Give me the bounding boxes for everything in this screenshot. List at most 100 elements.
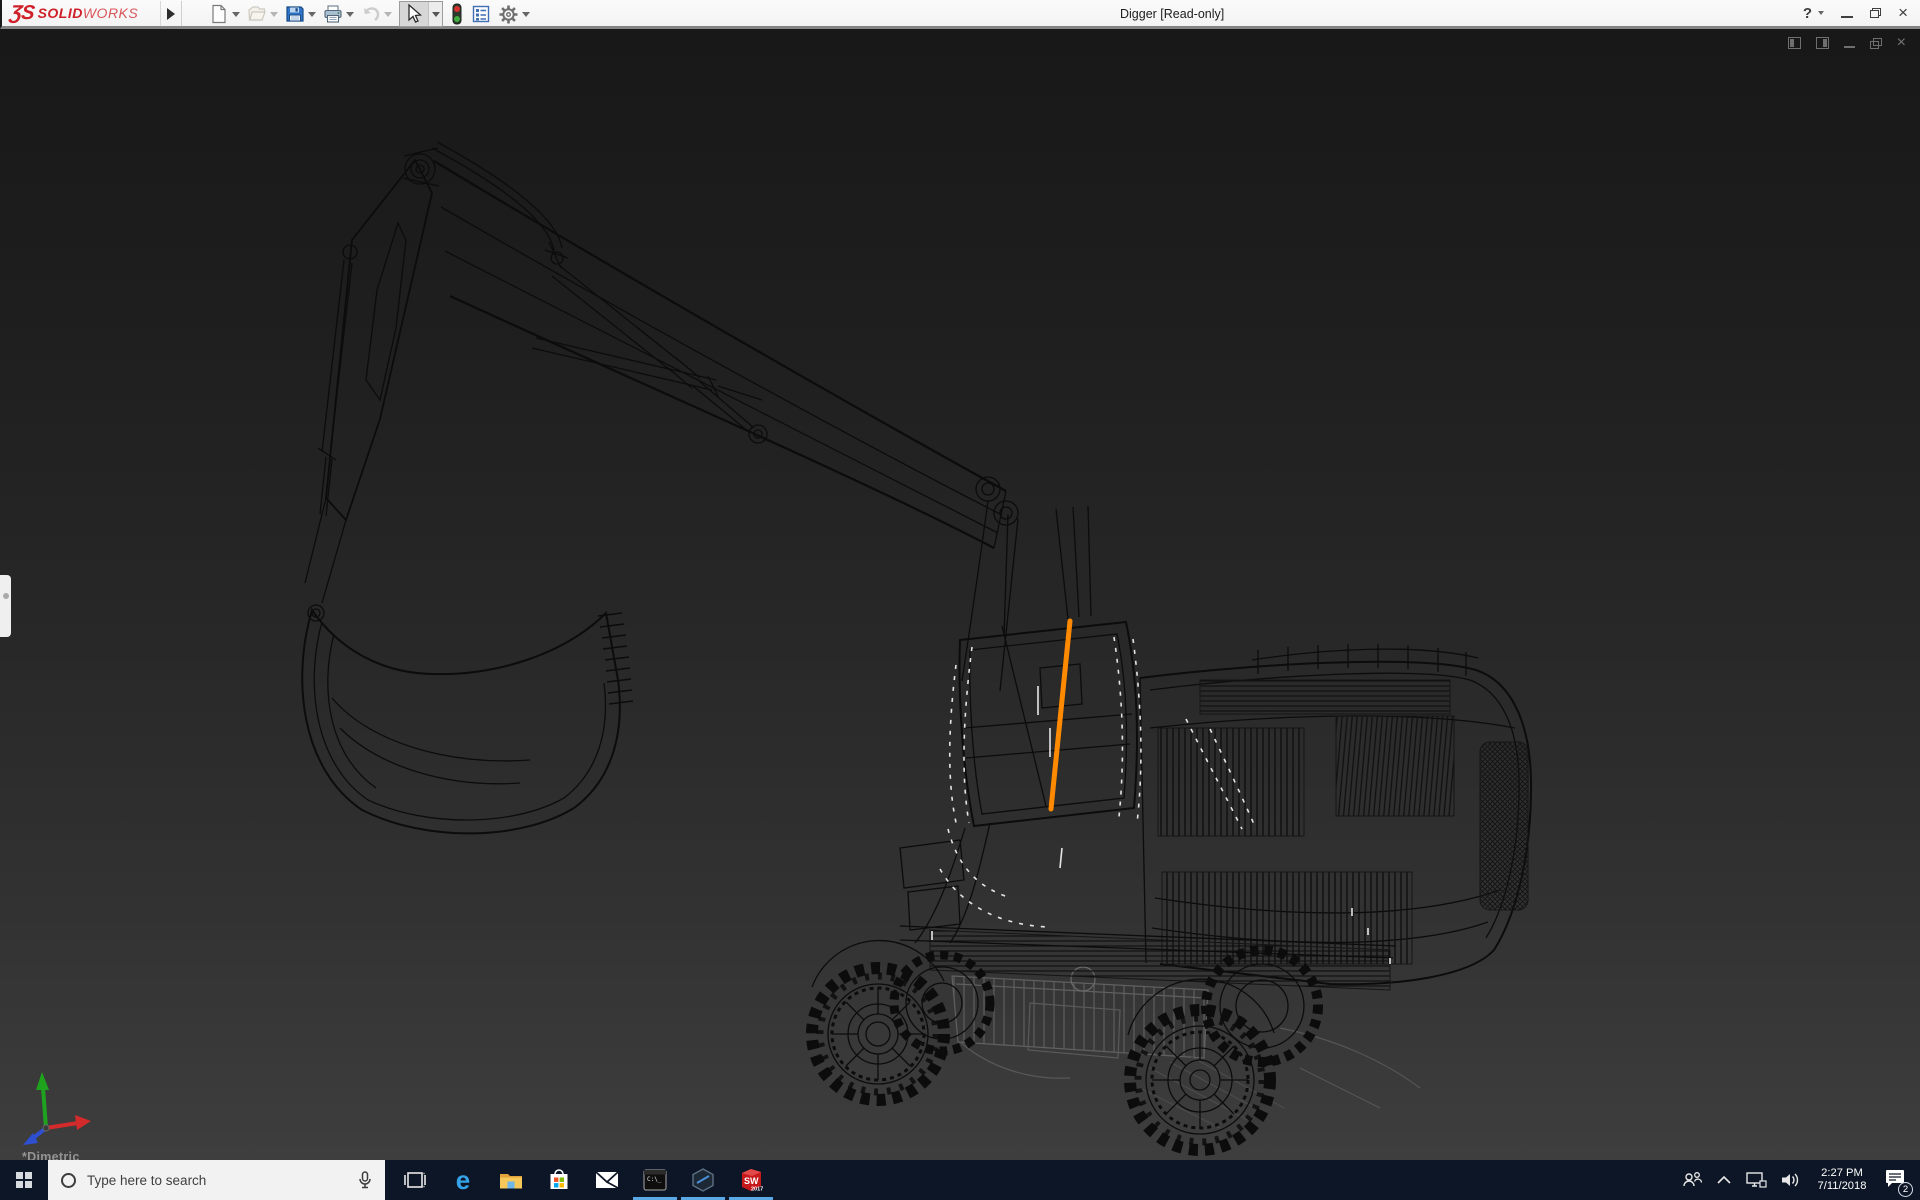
running-indicator [681,1197,725,1200]
taskbar-app-file-explorer[interactable] [487,1160,535,1200]
running-indicator [729,1197,773,1200]
undo-button[interactable] [359,2,394,26]
microsoft-store-icon [547,1168,571,1192]
document-close-button[interactable]: × [1897,37,1906,49]
windows-logo-icon [16,1172,32,1188]
quick-access-toolbar [207,1,532,27]
hidden-icons-chevron[interactable] [1716,1175,1732,1185]
digger-wireframe-model[interactable] [0,29,1920,1160]
taskbar-app-edge[interactable]: e [439,1160,487,1200]
document-minimize-button[interactable] [1844,46,1855,48]
task-view-icon [404,1169,426,1191]
show-featuremanager-icon[interactable] [1788,37,1801,49]
wheel-front-right [1130,1010,1270,1150]
help-dropdown-caret[interactable] [1818,11,1824,15]
action-center-button[interactable]: 2 [1884,1168,1906,1193]
document-restore-button[interactable] [1870,38,1882,49]
svg-text:SW: SW [744,1176,759,1186]
taskbar-app-solidworks[interactable]: SW 2017 [727,1160,775,1200]
solidworks-app-icon: SW 2017 [737,1166,765,1194]
select-tool-button[interactable] [399,1,443,27]
svg-text:2017: 2017 [751,1187,763,1193]
excavator-wireframe [302,142,1531,1150]
window-title: Digger [Read-only] [1120,7,1224,21]
search-input[interactable] [87,1173,345,1188]
wheel-front-left [812,968,944,1100]
graphics-area[interactable]: × *Dimetric [0,29,1920,1160]
solidworks-logo-glyph: ƷS [8,2,35,25]
taskbar-app-microsoft-store[interactable] [535,1160,583,1200]
document-window-controls: × [1788,37,1906,49]
solidworks-logo-light: WORKS [83,5,138,21]
task-view-button[interactable] [391,1160,439,1200]
open-button[interactable] [245,2,280,26]
taskbar-app-3d-viewer[interactable] [679,1160,727,1200]
print-button[interactable] [321,2,356,26]
taskbar-app-mail[interactable] [583,1160,631,1200]
orientation-triad [16,1064,100,1148]
running-indicator [633,1197,677,1200]
document-properties-button[interactable] [469,2,493,26]
help-button[interactable]: ? [1803,5,1812,22]
network-icon[interactable] [1745,1171,1767,1189]
restore-front-square [1870,10,1879,18]
cortana-circle-icon [61,1173,76,1188]
system-tray: 2:27 PM 7/11/2018 2 [1681,1160,1920,1200]
people-icon[interactable] [1681,1170,1703,1190]
print-icon [323,4,343,24]
speaker-icon[interactable] [1780,1171,1800,1189]
close-button[interactable]: × [1898,6,1908,20]
flyout-tab-dot [3,593,9,599]
dropdown-caret[interactable] [270,12,278,17]
cursor-arrow-icon [405,4,423,24]
dropdown-caret[interactable] [522,12,530,17]
properties-list-icon [471,4,491,24]
mail-icon [594,1169,620,1191]
clock-time: 2:27 PM [1813,1167,1871,1180]
options-button[interactable] [496,2,532,26]
windows-taskbar: e C:\_ [0,1160,1920,1200]
dropdown-caret[interactable] [232,12,240,17]
selected-edge[interactable] [1051,621,1070,809]
hexagon-3d-icon [690,1167,716,1193]
right-arrow-icon [167,8,175,20]
dropdown-caret [432,12,440,17]
clock-date: 7/11/2018 [1813,1180,1871,1193]
edge-icon: e [456,1168,470,1192]
dropdown-caret[interactable] [346,12,354,17]
dropdown-caret[interactable] [308,12,316,17]
dropdown-caret[interactable] [384,12,392,17]
menu-expand-button[interactable] [160,1,182,26]
stoplight-icon [450,3,464,25]
app-titlebar: ƷS SOLID WORKS [0,0,1920,29]
notification-badge: 2 [1898,1182,1913,1197]
show-display-pane-icon[interactable] [1816,37,1829,49]
restore-button[interactable] [1870,8,1881,18]
solidworks-logo-bold: SOLID [38,5,83,21]
panel-fill [1823,39,1827,47]
taskbar-clock[interactable]: 2:27 PM 7/11/2018 [1813,1167,1871,1193]
taskbar-app-command-prompt[interactable]: C:\_ [631,1160,679,1200]
chassis-secondary-geometry [952,967,1420,1128]
undo-icon [361,4,381,24]
window-controls: ? × [1803,0,1920,26]
select-tool-active-cell[interactable] [400,2,428,26]
gear-icon [498,4,519,25]
featuremanager-flyout-tab[interactable] [0,575,11,637]
minimize-button[interactable] [1841,16,1853,18]
command-prompt-icon: C:\_ [642,1168,668,1192]
start-button[interactable] [0,1160,48,1200]
select-tool-dropdown[interactable] [428,2,442,26]
panel-fill [1790,39,1794,47]
new-document-icon [209,4,229,24]
appearance-stoplight-button[interactable] [448,2,466,26]
file-explorer-icon [498,1168,524,1192]
restore-front-square [1870,41,1879,49]
new-document-button[interactable] [207,2,242,26]
y-axis-arrow [36,1072,49,1128]
microphone-icon[interactable] [357,1171,373,1189]
taskbar-search-box[interactable] [48,1160,385,1200]
open-folder-icon [247,4,267,24]
save-button[interactable] [283,2,318,26]
svg-text:C:\_: C:\_ [647,1176,662,1183]
